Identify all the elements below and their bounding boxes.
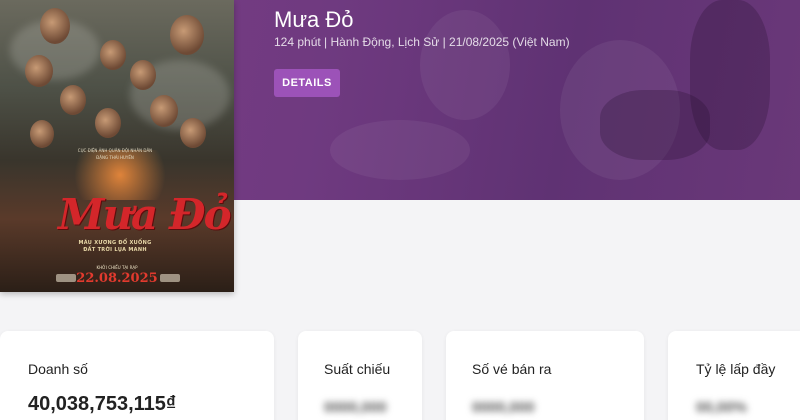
- stat-label: Tỷ lệ lấp đầy: [696, 361, 776, 377]
- stat-value-blurred: 0000,000: [324, 399, 387, 416]
- stat-value: 40,038,753,115₫: [28, 393, 177, 415]
- poster-tagline: MÁU XƯƠNG ĐỔ XUỐNG: [78, 240, 152, 246]
- poster-character: [100, 40, 126, 70]
- poster-character: [130, 60, 156, 90]
- poster-character: [150, 95, 178, 127]
- stat-card-tickets: Số vé bán ra 0000,000: [446, 331, 644, 420]
- stat-label: Số vé bán ra: [472, 361, 552, 377]
- poster-character: [40, 8, 70, 44]
- details-button[interactable]: DETAILS: [274, 69, 340, 97]
- stat-label: Doanh số: [28, 361, 88, 377]
- poster-character: [25, 55, 53, 87]
- poster-logo: [160, 274, 180, 282]
- hero-backdrop-figure: [600, 90, 710, 160]
- poster-director: ĐẶNG THÁI HUYỀN: [96, 155, 134, 160]
- hero-backdrop-figure: [420, 10, 510, 120]
- hero-backdrop-figure: [330, 120, 470, 180]
- stat-value-blurred: 00,00%: [696, 399, 747, 416]
- stat-value-blurred: 0000,000: [472, 399, 535, 416]
- poster-tagline: ĐẤT TRỜI LỤA MANH: [83, 247, 147, 253]
- poster-release-label: KHỞI CHIẾU TẠI RẠP: [96, 265, 138, 270]
- poster-character: [30, 120, 54, 148]
- poster-release-date: 22.08.2025: [76, 271, 158, 286]
- poster-character: [180, 118, 206, 148]
- stat-card-showtimes: Suất chiếu 0000,000: [298, 331, 422, 420]
- stat-label: Suất chiếu: [324, 361, 391, 377]
- poster-title: Mưa Đỏ: [58, 190, 232, 239]
- poster-credit: CỤC ĐIỆN ẢNH QUÂN ĐỘI NHÂN DÂN: [77, 148, 153, 153]
- movie-title: Mưa Đỏ: [274, 7, 354, 32]
- stat-card-revenue: Doanh số 40,038,753,115₫: [0, 331, 274, 420]
- poster-logo: [56, 274, 76, 282]
- poster-character: [170, 15, 204, 55]
- poster-character: [60, 85, 86, 115]
- movie-poster[interactable]: CỤC ĐIỆN ẢNH QUÂN ĐỘI NHÂN DÂN ĐẶNG THÁI…: [0, 0, 234, 292]
- stat-card-occupancy: Tỷ lệ lấp đầy 00,00%: [668, 331, 800, 420]
- movie-meta: 124 phút | Hành Động, Lịch Sử | 21/08/20…: [274, 35, 570, 49]
- poster-character: [95, 108, 121, 138]
